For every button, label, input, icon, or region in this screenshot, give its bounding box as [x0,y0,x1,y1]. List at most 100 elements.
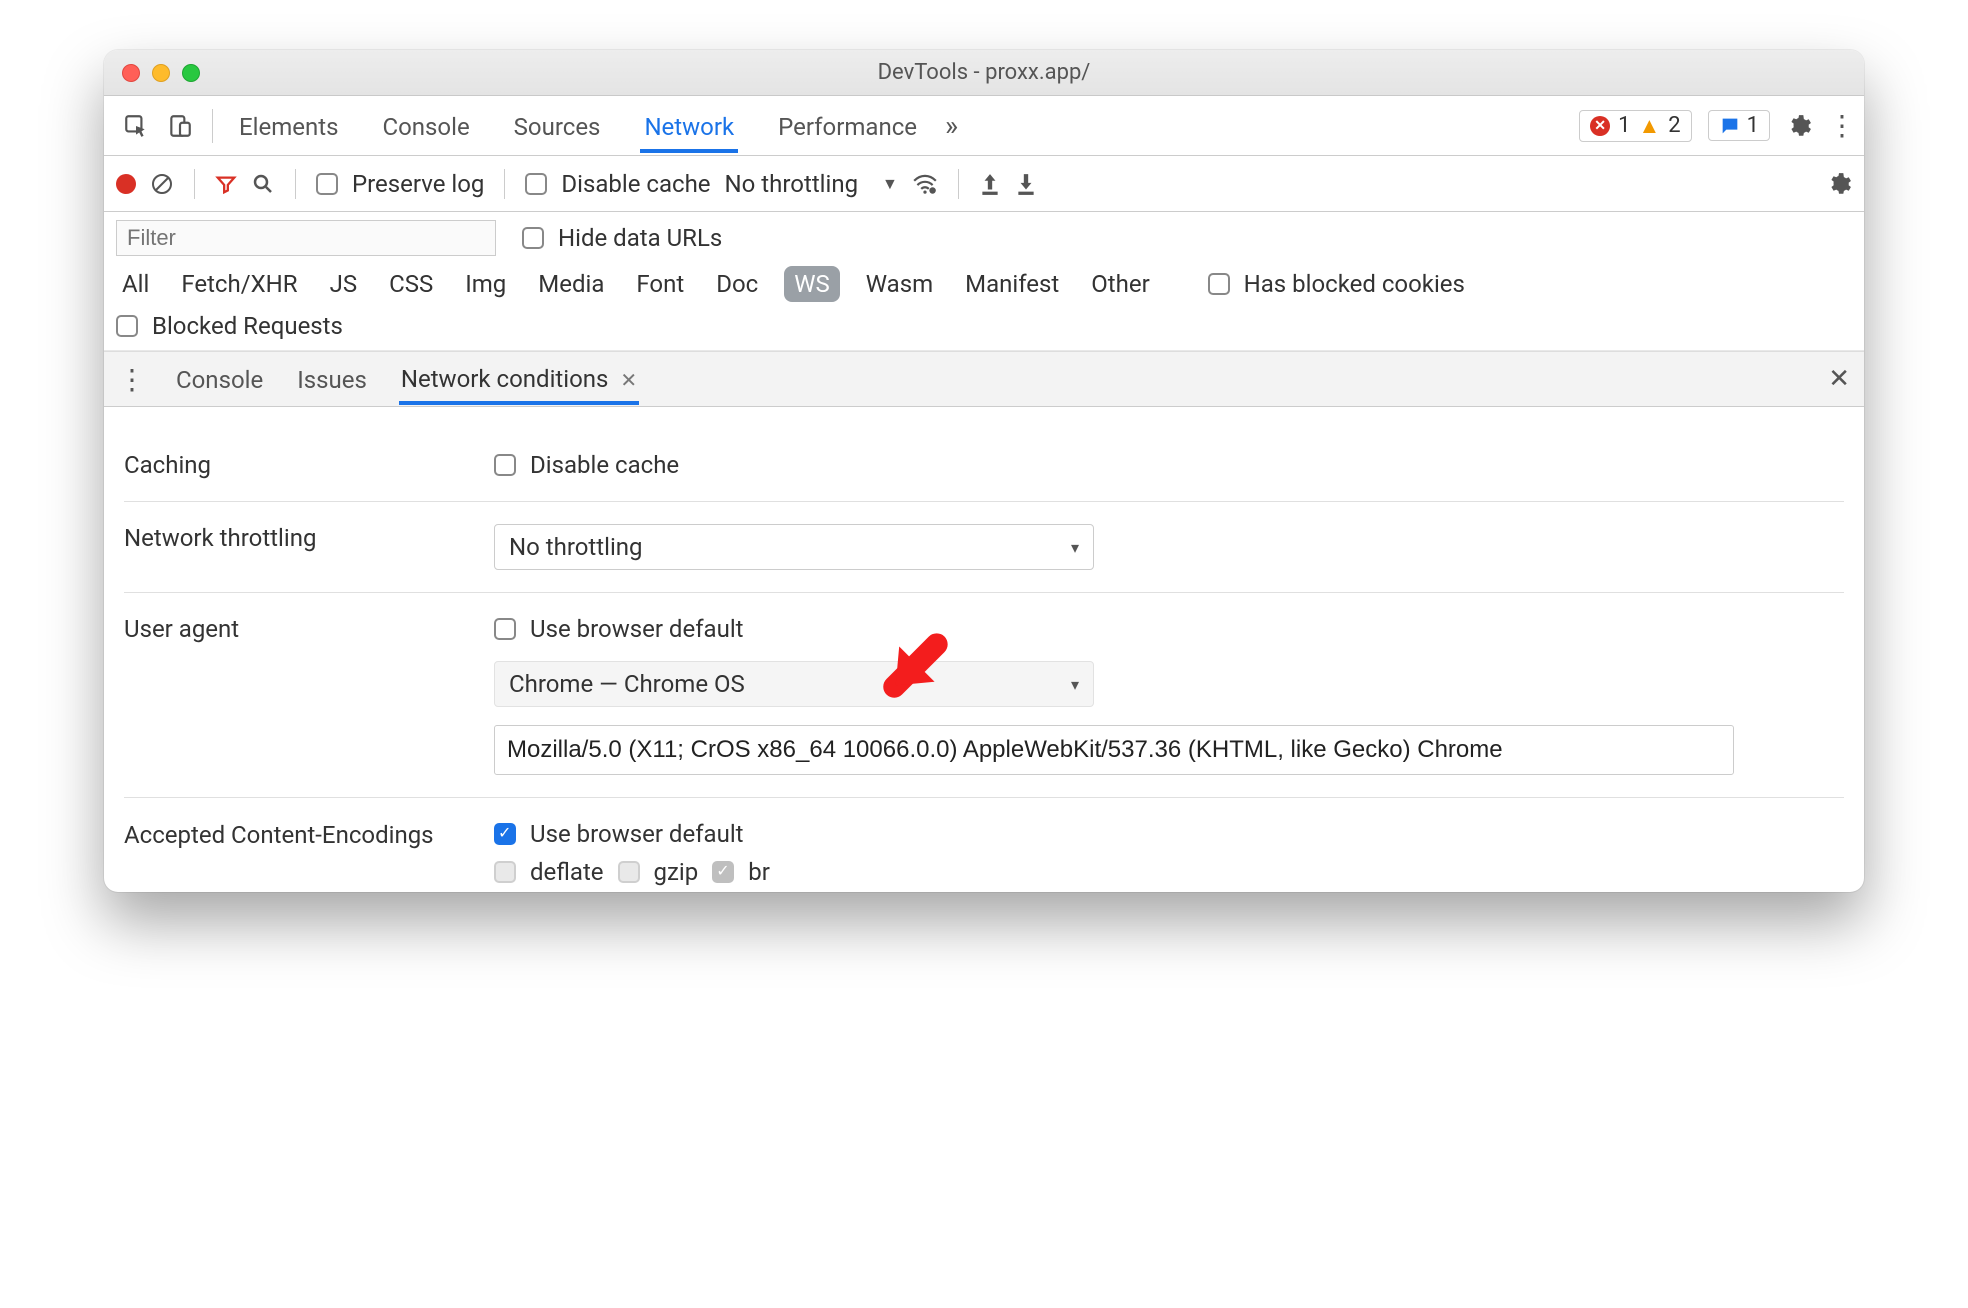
separator [958,169,959,199]
separator [212,109,213,143]
blocked-requests-label: Blocked Requests [152,312,343,340]
filter-ws[interactable]: WS [784,266,840,302]
hide-data-urls-checkbox[interactable]: Hide data URLs [522,224,722,252]
filter-fetchxhr[interactable]: Fetch/XHR [175,266,303,302]
preserve-log-checkbox[interactable]: Preserve log [316,170,484,198]
filter-wasm[interactable]: Wasm [860,266,939,302]
drawer-tab-label: Network conditions [401,365,609,393]
separator [295,169,296,199]
user-agent-label: User agent [124,615,484,643]
filter-media[interactable]: Media [532,266,610,302]
tab-network[interactable]: Network [640,99,738,153]
separator [504,169,505,199]
network-conditions-panel: Caching Disable cache Network throttling… [104,407,1864,892]
titlebar: DevTools - proxx.app/ [104,50,1864,96]
filter-all[interactable]: All [116,266,155,302]
close-drawer-icon[interactable]: ✕ [1828,364,1850,394]
drawer-tab-network-conditions[interactable]: Network conditions ✕ [399,353,639,405]
search-icon[interactable] [251,172,275,196]
settings-icon[interactable] [1786,113,1812,139]
encoding-options: deflate gzip br [494,858,1844,886]
encoding-br-checkbox[interactable]: br [712,858,770,886]
encoding-gzip-checkbox[interactable]: gzip [618,858,699,886]
encodings-label: Accepted Content-Encodings [124,820,484,850]
encoding-deflate-label: deflate [530,858,604,886]
disable-cache-label: Disable cache [561,170,710,198]
main-tabstrip: Elements Console Sources Network Perform… [104,96,1864,156]
filter-types: All Fetch/XHR JS CSS Img Media Font Doc … [116,266,1852,302]
filter-img[interactable]: Img [459,266,512,302]
disable-cache-checkbox[interactable]: Disable cache [525,170,710,198]
messages-box[interactable]: 1 [1708,110,1770,141]
filter-icon[interactable] [215,173,237,195]
throttling-value: No throttling [725,170,859,198]
close-tab-icon[interactable]: ✕ [620,368,637,392]
caching-row: Caching Disable cache [124,429,1844,502]
encoding-deflate-checkbox[interactable]: deflate [494,858,604,886]
filter-other[interactable]: Other [1085,266,1155,302]
preserve-log-label: Preserve log [352,170,484,198]
messages-icon [1719,115,1741,137]
ua-string-input[interactable] [494,725,1734,775]
has-blocked-cookies-checkbox[interactable]: Has blocked cookies [1208,270,1465,298]
chevron-down-icon: ▾ [1071,538,1079,557]
filter-doc[interactable]: Doc [710,266,764,302]
warning-icon: ▲ [1638,113,1660,139]
record-icon[interactable] [116,174,136,194]
chevron-down-icon: ▼ [882,174,898,194]
encodings-use-default-checkbox[interactable]: Use browser default [494,820,1844,848]
throttling-label: Network throttling [124,524,484,552]
device-toggle-icon[interactable] [158,106,202,146]
export-har-icon[interactable] [1015,172,1037,196]
drawer-tab-issues[interactable]: Issues [295,354,369,404]
hide-data-urls-label: Hide data URLs [558,224,722,252]
clear-icon[interactable] [150,172,174,196]
caching-label: Caching [124,451,484,479]
errors-warnings-box[interactable]: ✕ 1 ▲ 2 [1579,110,1692,142]
error-count: 1 [1618,113,1630,138]
ua-preset-value: Chrome — Chrome OS [509,670,745,698]
warning-count: 2 [1668,113,1680,138]
tab-sources[interactable]: Sources [510,99,605,153]
throttling-select[interactable]: No throttling ▼ [725,170,898,198]
filter-manifest[interactable]: Manifest [959,266,1065,302]
filter-input[interactable] [116,220,496,256]
throttling-select[interactable]: No throttling ▾ [494,524,1094,570]
tab-console[interactable]: Console [378,99,473,153]
error-icon: ✕ [1590,116,1610,136]
ua-use-default-checkbox[interactable]: Use browser default [494,615,1844,643]
chevron-down-icon: ▾ [1071,675,1079,694]
ua-preset-select[interactable]: Chrome — Chrome OS ▾ [494,661,1094,707]
network-toolbar: Preserve log Disable cache No throttling… [104,156,1864,212]
drawer-menu-icon[interactable]: ⋮ [118,363,144,396]
filter-js[interactable]: JS [324,266,364,302]
import-har-icon[interactable] [979,172,1001,196]
encodings-row: Accepted Content-Encodings Use browser d… [124,798,1844,892]
separator [194,169,195,199]
tab-performance[interactable]: Performance [774,99,921,153]
window-title: DevTools - proxx.app/ [104,60,1864,85]
filter-css[interactable]: CSS [383,266,439,302]
messages-count: 1 [1747,113,1759,138]
caching-disable-label: Disable cache [530,451,679,479]
devtools-window: DevTools - proxx.app/ Elements Console S… [104,50,1864,892]
filter-font[interactable]: Font [630,266,690,302]
network-conditions-icon[interactable] [912,173,938,195]
encodings-use-default-label: Use browser default [530,820,744,848]
kebab-menu-icon[interactable]: ⋮ [1828,109,1854,142]
throttling-select-value: No throttling [509,533,643,561]
drawer-tabstrip: ⋮ Console Issues Network conditions ✕ ✕ [104,351,1864,407]
has-blocked-cookies-label: Has blocked cookies [1244,270,1465,298]
drawer-tab-console[interactable]: Console [174,354,265,404]
blocked-requests-checkbox[interactable]: Blocked Requests [116,312,1852,340]
encoding-br-label: br [748,858,770,886]
tab-elements[interactable]: Elements [235,99,342,153]
main-tabs: Elements Console Sources Network Perform… [235,99,921,153]
ua-use-default-label: Use browser default [530,615,744,643]
inspect-icon[interactable] [114,106,158,146]
filter-section: Hide data URLs All Fetch/XHR JS CSS Img … [104,212,1864,351]
more-tabs-icon[interactable]: » [945,109,958,142]
network-settings-icon[interactable] [1826,171,1852,197]
encoding-gzip-label: gzip [654,858,699,886]
caching-disable-checkbox[interactable]: Disable cache [494,451,1844,479]
